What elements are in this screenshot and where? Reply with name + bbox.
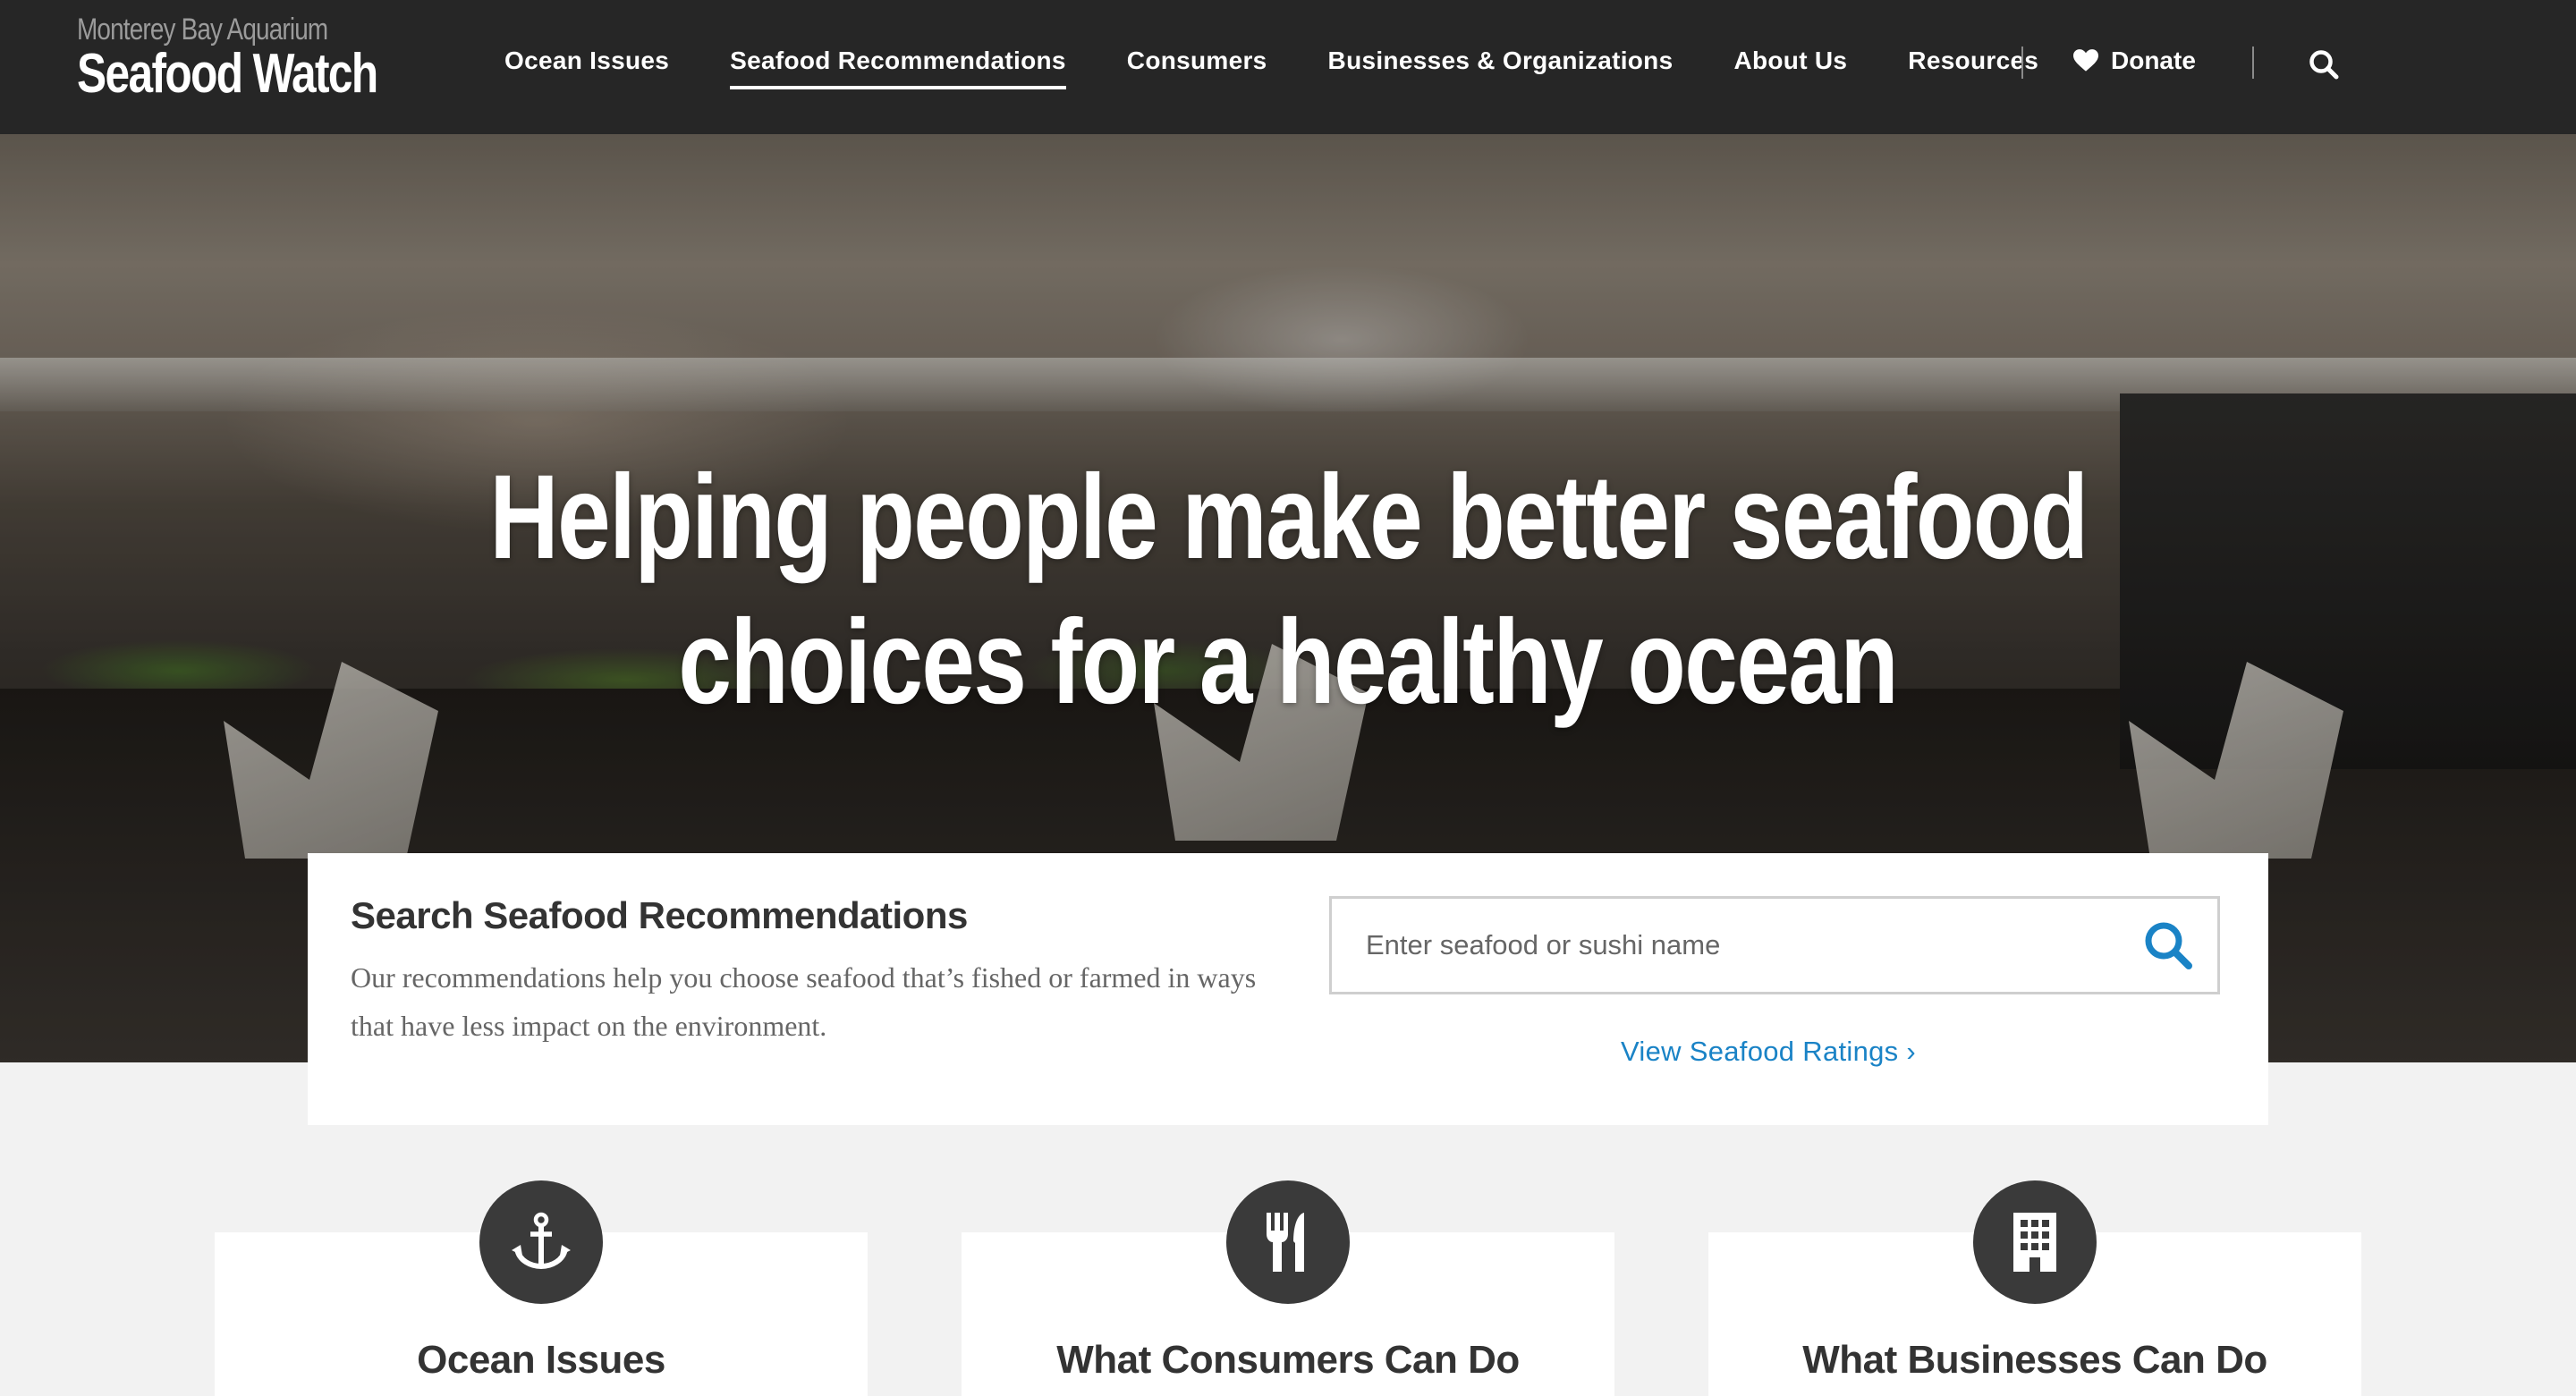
seafood-watch-logo[interactable]: Monterey Bay Aquarium Seafood Watch [77, 14, 453, 102]
logo-subtitle: Monterey Bay Aquarium [77, 13, 328, 47]
view-seafood-ratings-link[interactable]: View Seafood Ratings › [1621, 1036, 1916, 1068]
search-icon [2145, 922, 2192, 969]
nav-divider [2252, 47, 2254, 79]
nav-divider [2021, 47, 2023, 79]
seafood-search-box [1329, 896, 2220, 994]
consumers-card-title[interactable]: What Consumers Can Do [962, 1338, 1614, 1383]
nav-resources[interactable]: Resources [1908, 47, 2038, 80]
businesses-card-title[interactable]: What Businesses Can Do [1708, 1338, 2361, 1383]
nav-about-us[interactable]: About Us [1733, 47, 1847, 80]
ratings-link-label: View Seafood Ratings [1621, 1036, 1899, 1067]
nav-ocean-issues[interactable]: Ocean Issues [504, 47, 669, 80]
heart-icon [2073, 49, 2098, 72]
hero-title-line2: choices for a healthy ocean [678, 595, 1899, 729]
site-header: Monterey Bay Aquarium Seafood Watch Ocea… [0, 0, 2576, 134]
donate-label: Donate [2111, 47, 2196, 74]
building-icon [1973, 1180, 2097, 1304]
hero-title-line1: Helping people make better seafood [488, 450, 2089, 584]
nav-consumers[interactable]: Consumers [1127, 47, 1267, 80]
search-heading: Search Seafood Recommendations [351, 894, 968, 936]
hero-title: Helping people make better seafood choic… [0, 445, 2576, 735]
seafood-search-button[interactable] [2119, 899, 2217, 992]
anchor-icon [479, 1180, 603, 1304]
chevron-right-icon: › [1906, 1036, 1917, 1067]
seafood-search-input[interactable] [1332, 899, 2119, 992]
fork-knife-icon [1226, 1180, 1350, 1304]
nav-seafood-recommendations[interactable]: Seafood Recommendations [730, 47, 1066, 89]
main-nav: Ocean Issues Seafood Recommendations Con… [504, 41, 2099, 89]
logo-title: Seafood Watch [77, 43, 378, 105]
donate-button[interactable]: Donate [2073, 47, 2196, 75]
search-card: Search Seafood Recommendations Our recom… [308, 853, 2268, 1125]
search-description: Our recommendations help you choose seaf… [351, 961, 1257, 1042]
nav-businesses-organizations[interactable]: Businesses & Organizations [1328, 47, 1674, 80]
search-icon [2309, 50, 2339, 80]
header-search-button[interactable] [2308, 48, 2340, 85]
ocean-issues-card-title[interactable]: Ocean Issues [215, 1338, 868, 1383]
